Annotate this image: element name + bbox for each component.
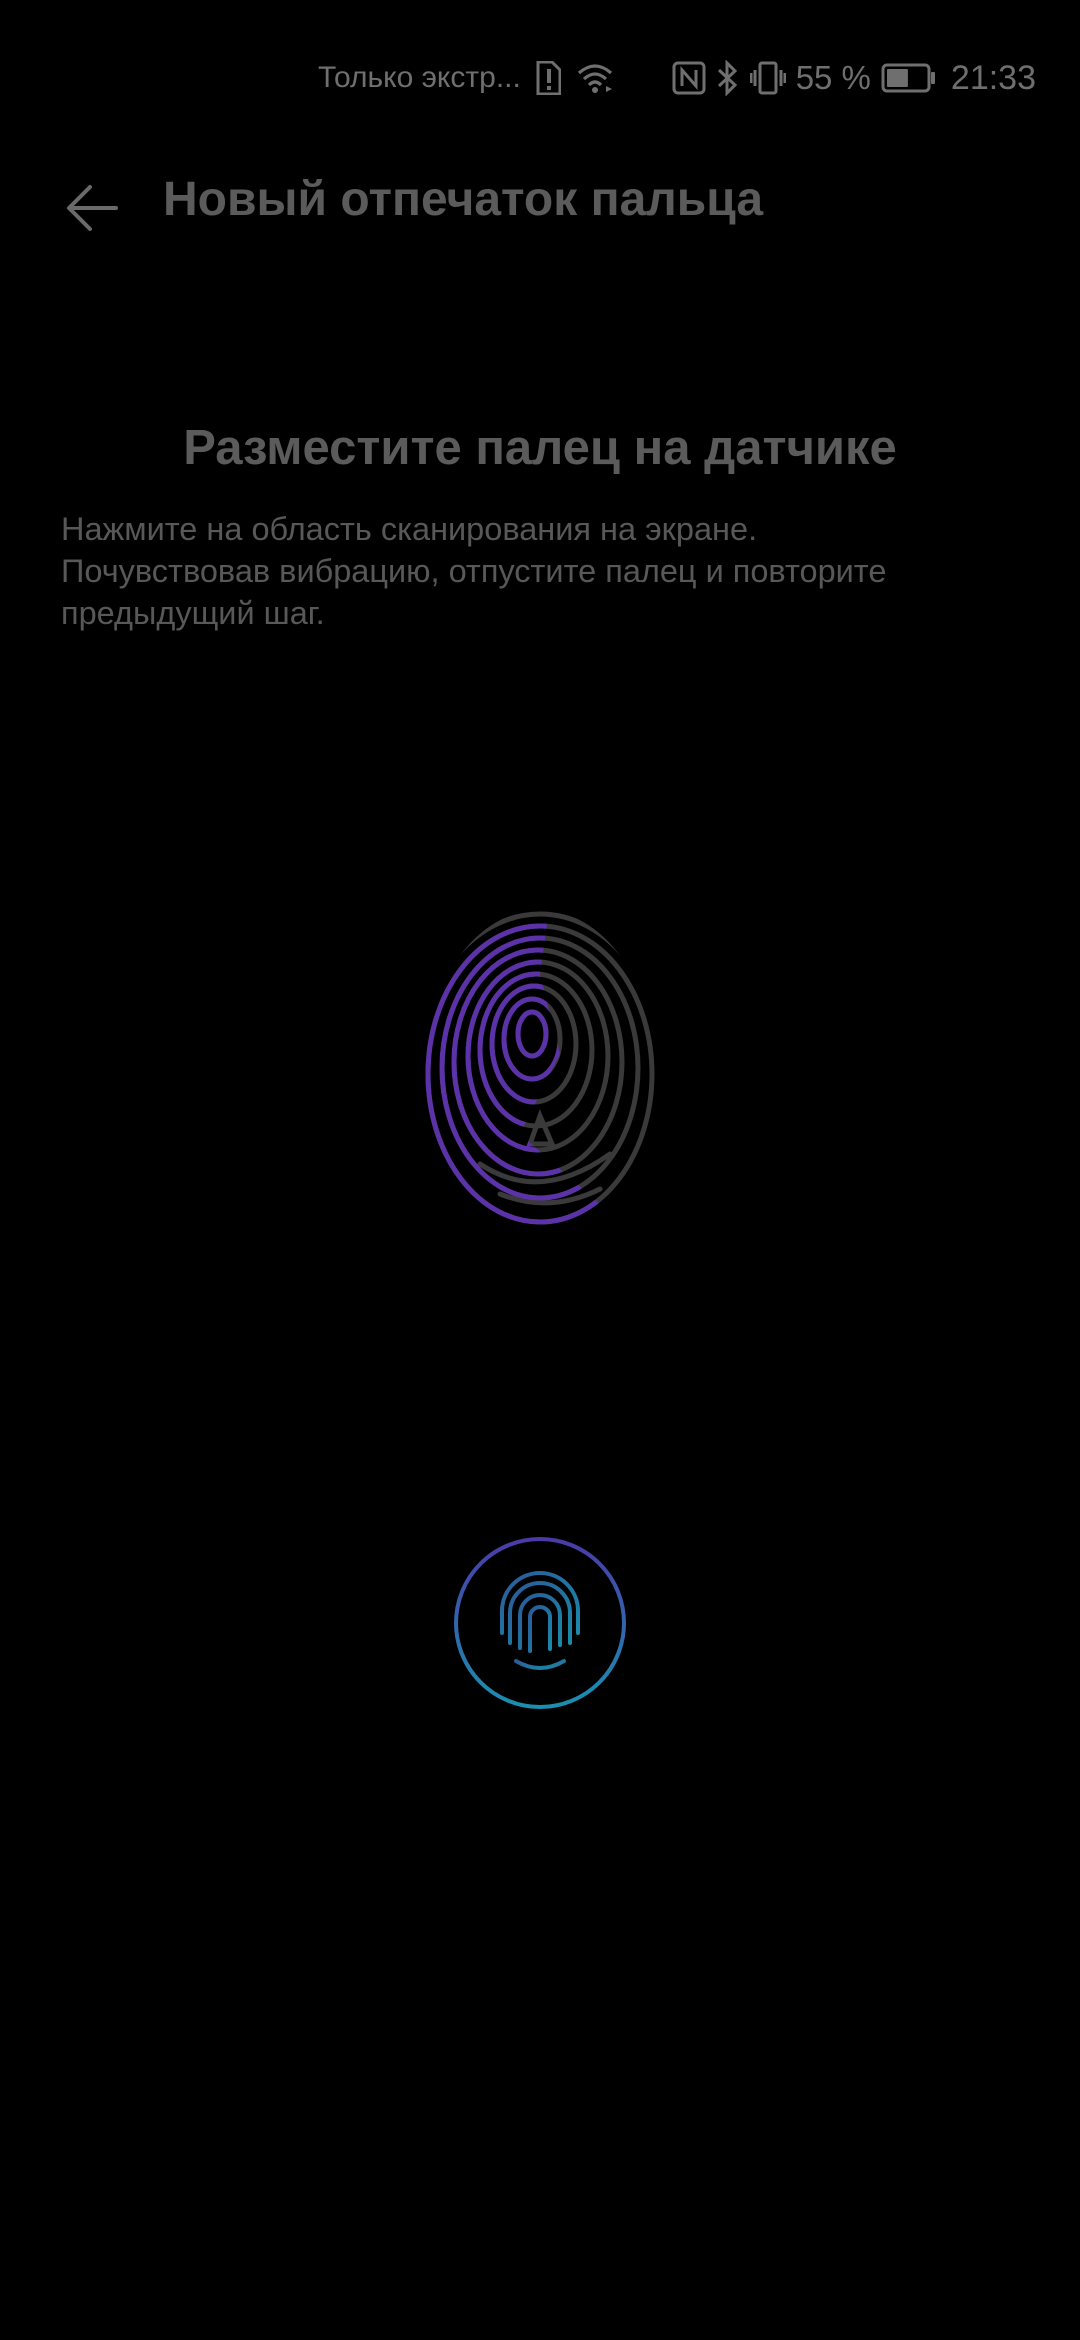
nfc-icon (672, 61, 706, 95)
instruction-text: Нажмите на область сканирования на экран… (61, 508, 1021, 634)
bluetooth-icon (716, 60, 740, 96)
page-title: Новый отпечаток пальца (163, 173, 764, 226)
vibrate-icon (749, 61, 786, 95)
status-right: 55 % 21:33 (672, 56, 1036, 100)
battery-icon (881, 63, 937, 93)
wifi-icon (575, 61, 615, 95)
instruction-line: предыдущий шаг. (61, 595, 325, 631)
battery-percent: 55 % (795, 59, 871, 96)
app-bar: Новый отпечаток пальца (0, 156, 1080, 256)
instruction-line: Нажмите на область сканирования на экран… (61, 511, 758, 547)
arrow-left-icon (66, 184, 118, 237)
status-left: Только экстр... (318, 56, 615, 100)
instruction-line: Почувствовав вибрацию, отпустите палец и… (61, 553, 887, 589)
instruction-title: Разместите палец на датчике (183, 421, 897, 475)
network-status-text: Только экстр... (318, 61, 521, 94)
fingerprint-sensor-icon (454, 1537, 626, 1709)
back-button[interactable] (58, 176, 126, 244)
clock: 21:33 (950, 58, 1036, 97)
sim-alert-icon (535, 61, 561, 95)
fingerprint-sensor-button[interactable] (450, 1533, 630, 1713)
fingerprint-icon (420, 904, 660, 1240)
status-bar: Только экстр... 55 % 21:33 (0, 0, 1080, 156)
